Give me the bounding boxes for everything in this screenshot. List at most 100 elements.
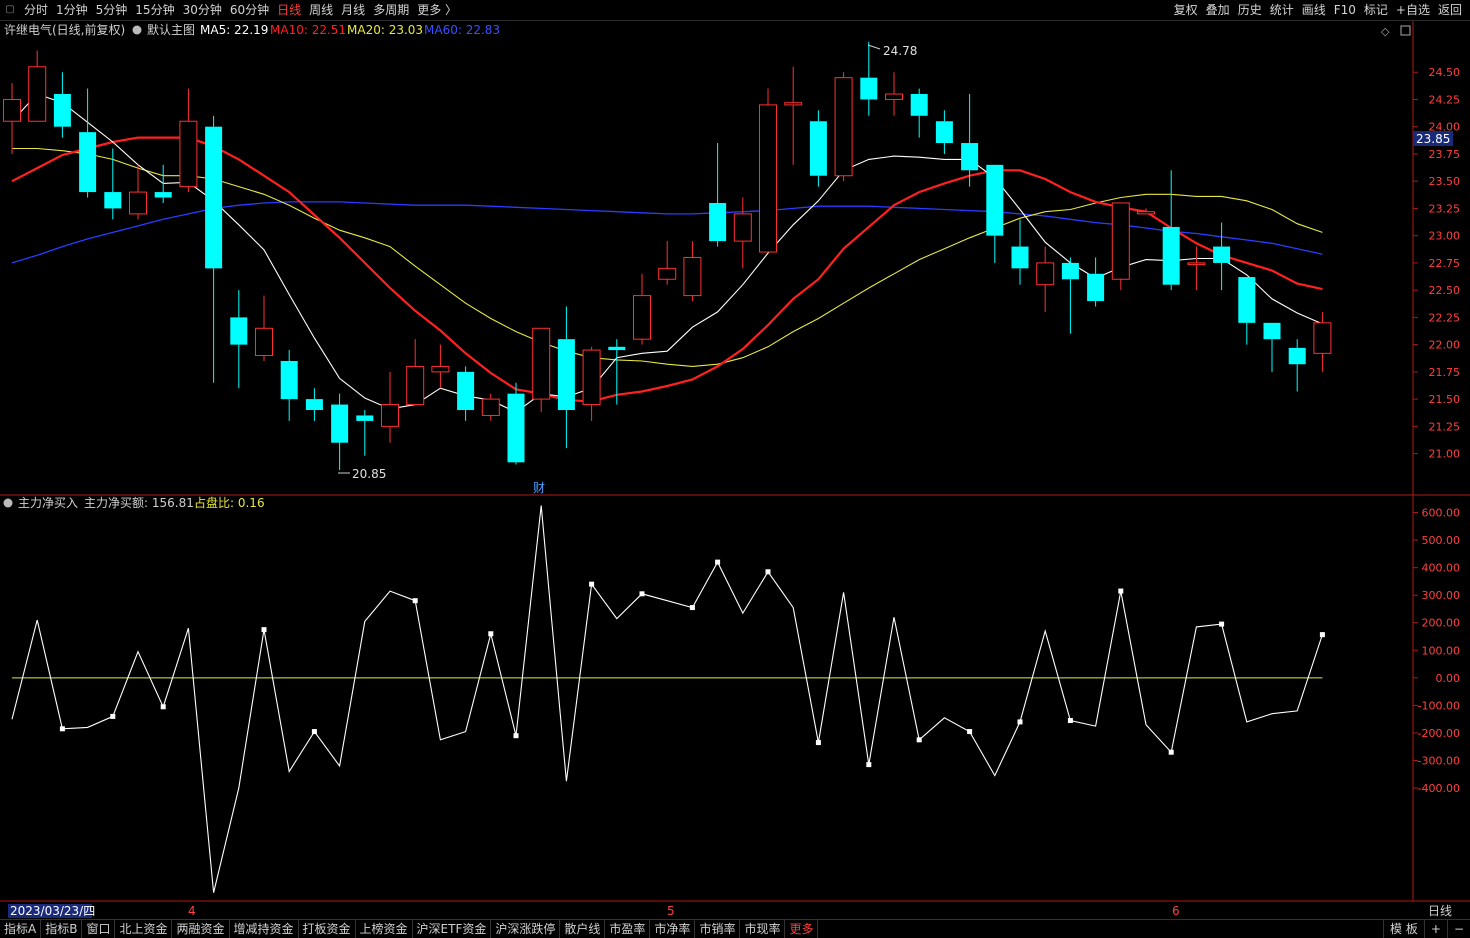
tab-indicator-b[interactable]: 指标B xyxy=(41,920,83,938)
f10-button[interactable]: F10 xyxy=(1330,0,1360,20)
net-buy-point xyxy=(412,598,418,604)
tab-indicator-a[interactable]: 指标A xyxy=(0,920,42,938)
history-button[interactable]: 历史 xyxy=(1234,0,1266,20)
price-tick-label: 22.25 xyxy=(1429,311,1461,324)
period-tab-daily[interactable]: 日线 xyxy=(273,0,305,20)
candle xyxy=(356,410,374,456)
period-tab-8[interactable]: 周线 xyxy=(305,0,337,20)
tab-holding-change[interactable]: 增减持资金 xyxy=(230,920,299,938)
price-tick-label: 24.25 xyxy=(1429,93,1461,106)
tab-pe[interactable]: 市盈率 xyxy=(605,920,651,938)
tab-ps[interactable]: 市销率 xyxy=(695,920,741,938)
chart-area[interactable]: 21.00 21.25 21.50 21.75 22.00 22.25 22.50 22.75… xyxy=(0,21,1470,919)
candle-body xyxy=(1187,262,1206,265)
net-buy-point xyxy=(1219,621,1225,627)
candle-body xyxy=(179,120,198,188)
tab-pb[interactable]: 市净率 xyxy=(650,920,696,938)
candle xyxy=(1263,322,1281,372)
candle xyxy=(406,339,425,406)
diamond-icon[interactable]: ◇ xyxy=(1381,25,1390,38)
start-date: 2023/03/23/四 xyxy=(10,904,95,918)
tab-window[interactable]: 窗口 xyxy=(82,920,116,938)
more-periods-button[interactable]: 更多 〉 xyxy=(413,0,461,20)
candle-body xyxy=(104,192,122,209)
tab-limit-up-funds[interactable]: 打板资金 xyxy=(299,920,356,938)
month-label-5: 5 xyxy=(667,904,675,918)
value-tick-label: 200.00 xyxy=(1422,617,1461,630)
candle xyxy=(1087,257,1105,307)
tab-more[interactable]: 更多 xyxy=(785,920,819,938)
remove-panel-button[interactable]: − xyxy=(1446,920,1470,938)
indicator-name[interactable]: 主力净买入 xyxy=(18,496,78,510)
candle xyxy=(305,388,323,421)
menu-icon[interactable]: ▢ xyxy=(3,3,17,17)
tab-billboard-funds[interactable]: 上榜资金 xyxy=(356,920,413,938)
candle xyxy=(280,350,298,421)
period-tab-6[interactable]: 60分钟 xyxy=(226,0,273,20)
candle-body xyxy=(1263,322,1281,340)
period-tab-5[interactable]: 30分钟 xyxy=(179,0,226,20)
square-icon[interactable] xyxy=(1400,25,1411,36)
period-tab-3[interactable]: 5分钟 xyxy=(92,0,132,20)
value-tick-label: 500.00 xyxy=(1422,534,1461,547)
back-button[interactable]: 返回 xyxy=(1434,0,1466,20)
candle-body xyxy=(1061,262,1079,280)
candle-body xyxy=(733,213,752,242)
candle-body xyxy=(809,121,827,176)
net-buy-point xyxy=(160,704,166,710)
period-tab-4[interactable]: 15分钟 xyxy=(131,0,178,20)
candle-body xyxy=(658,267,677,280)
candle-body xyxy=(759,104,777,253)
candle-body xyxy=(1111,202,1130,280)
add-panel-button[interactable]: + xyxy=(1423,920,1447,938)
candle xyxy=(481,393,500,421)
tab-northbound[interactable]: 北上资金 xyxy=(115,920,173,938)
candle-body xyxy=(935,121,953,144)
value-tick-label: -400.00 xyxy=(1418,782,1460,795)
mark-button[interactable]: 标记 xyxy=(1360,0,1392,20)
draw-line-button[interactable]: 画线 xyxy=(1298,0,1330,20)
net-buy-point xyxy=(715,559,721,565)
value-tick-label: 100.00 xyxy=(1422,644,1461,657)
financial-event-marker[interactable]: 财 xyxy=(533,481,545,495)
candle xyxy=(1288,339,1306,392)
candle xyxy=(53,72,71,138)
tab-pcf[interactable]: 市现率 xyxy=(740,920,786,938)
net-buy-point xyxy=(815,740,821,746)
period-tab-1[interactable]: 分时 xyxy=(20,0,52,20)
period-tab-10[interactable]: 多周期 xyxy=(369,0,413,20)
period-label: 日线 xyxy=(1428,904,1452,918)
add-watchlist-button[interactable]: +自选 xyxy=(1392,0,1434,20)
candle-body xyxy=(986,164,1004,236)
candle xyxy=(633,273,651,345)
candle xyxy=(910,88,928,138)
value-tick-label: 600.00 xyxy=(1422,507,1461,520)
statistics-button[interactable]: 统计 xyxy=(1266,0,1298,20)
candle xyxy=(1238,277,1256,345)
sub-panel-axis: 600.00 500.00 400.00 300.00 200.00 100.00 0.00… xyxy=(1413,507,1461,795)
candle xyxy=(557,306,575,449)
candle-body xyxy=(910,94,928,116)
candle xyxy=(28,50,47,122)
tab-margin[interactable]: 两融资金 xyxy=(172,920,230,938)
indicator-dropdown-icon[interactable] xyxy=(3,498,13,508)
candle xyxy=(154,164,172,203)
candle xyxy=(1162,170,1180,291)
price-tick-label: 21.50 xyxy=(1429,393,1461,406)
period-tab-9[interactable]: 月线 xyxy=(337,0,369,20)
price-tick-label: 21.25 xyxy=(1429,420,1461,433)
adjust-button[interactable]: 复权 xyxy=(1170,0,1202,20)
tab-retail-line[interactable]: 散户线 xyxy=(560,920,606,938)
low-marker: 20.85 xyxy=(352,467,386,481)
candle xyxy=(129,164,147,220)
template-name[interactable]: 默认主图 xyxy=(147,22,195,37)
period-tab-2[interactable]: 1分钟 xyxy=(52,0,92,20)
value-tick-label: 400.00 xyxy=(1422,562,1461,575)
tab-limit-stats[interactable]: 沪深涨跌停 xyxy=(491,920,561,938)
overlay-button[interactable]: 叠加 xyxy=(1202,0,1234,20)
template-button[interactable]: 模 板 xyxy=(1383,920,1424,938)
template-dropdown-icon[interactable] xyxy=(132,25,142,35)
candle xyxy=(230,290,248,389)
candle-body xyxy=(1313,322,1332,354)
tab-etf-funds[interactable]: 沪深ETF资金 xyxy=(413,920,492,938)
